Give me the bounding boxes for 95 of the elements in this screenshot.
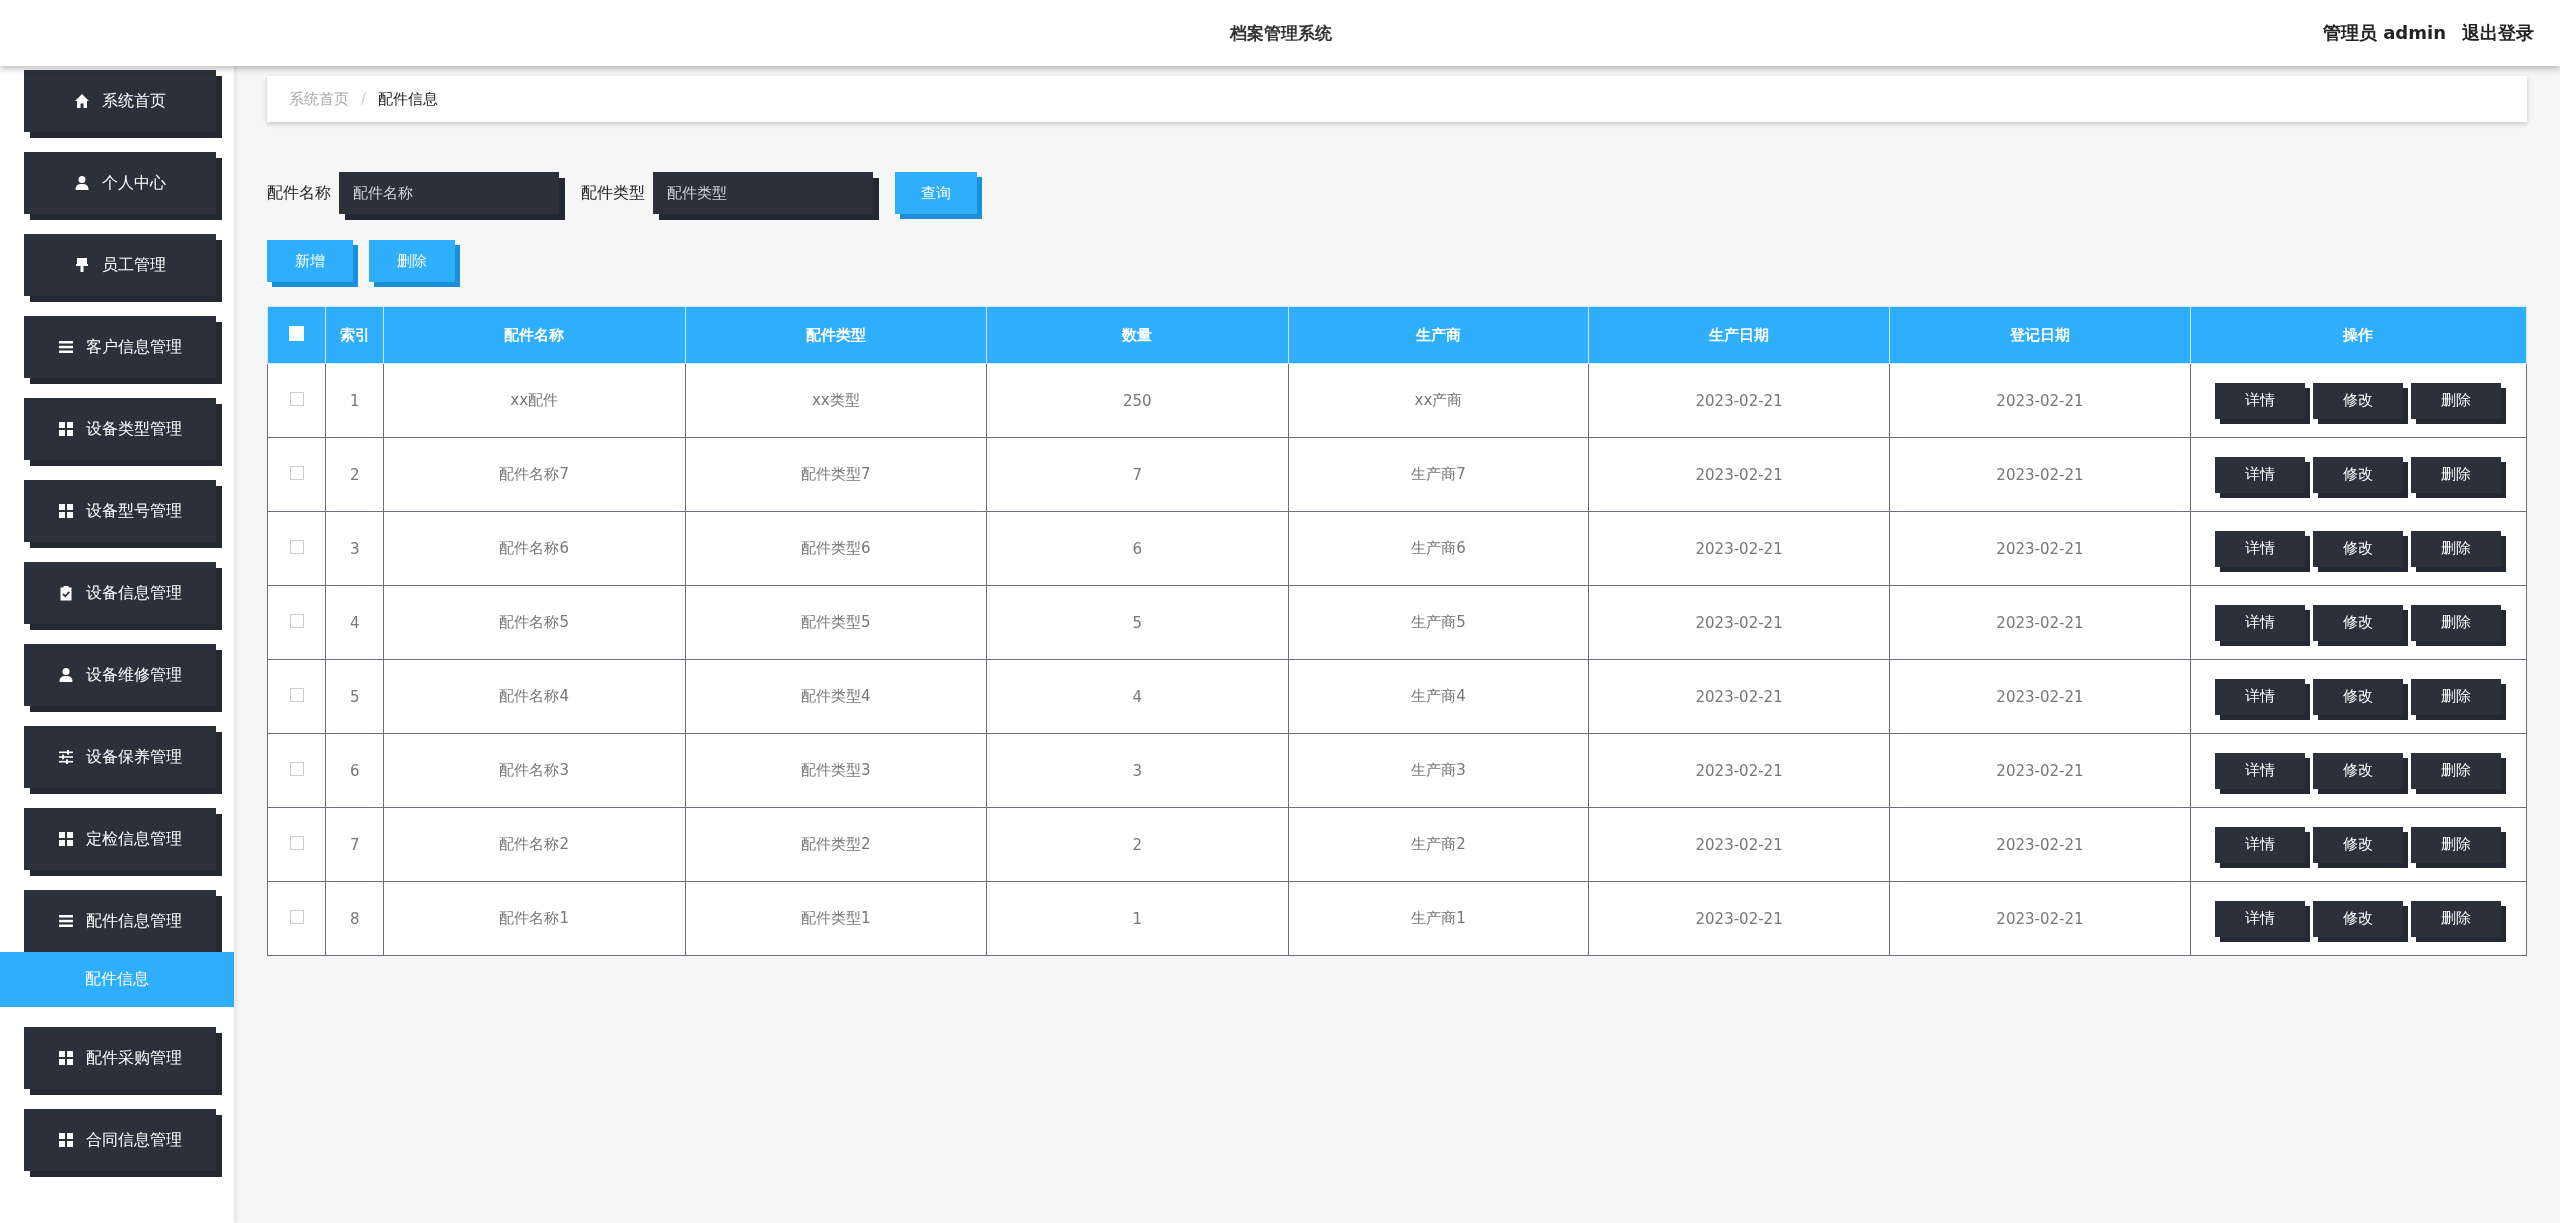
column-header: 配件名称 xyxy=(383,306,685,364)
row-checkbox[interactable] xyxy=(289,835,304,850)
pin-icon xyxy=(74,257,90,273)
column-header: 数量 xyxy=(986,306,1289,364)
table-cell: 生产商7 xyxy=(1288,437,1589,512)
table-cell: 1 xyxy=(986,881,1289,956)
table-cell: 配件名称7 xyxy=(383,437,685,512)
search-field[interactable]: 配件名称 xyxy=(339,172,559,214)
table-cell: 7 xyxy=(986,437,1289,512)
table-cell: 生产商5 xyxy=(1288,585,1589,660)
grid-icon xyxy=(58,503,74,519)
table-cell: 2 xyxy=(326,437,384,512)
column-header: 索引 xyxy=(326,306,384,364)
logout-link[interactable]: 退出登录 xyxy=(2462,21,2534,45)
row-checkbox[interactable] xyxy=(289,391,304,406)
row-checkbox[interactable] xyxy=(289,909,304,924)
table-cell: 配件类型5 xyxy=(685,585,987,660)
table-cell: 配件类型4 xyxy=(685,659,987,734)
breadcrumb-current: 配件信息 xyxy=(378,89,439,109)
sliders-icon xyxy=(58,749,74,765)
table-cell: 8 xyxy=(326,881,384,956)
row-checkbox[interactable] xyxy=(289,613,304,628)
grid-icon xyxy=(58,1050,74,1066)
table-cell: 配件名称6 xyxy=(383,511,685,586)
user-icon xyxy=(58,667,74,683)
table-cell: 2023-02-21 xyxy=(1588,807,1890,882)
table-cell: xx产商 xyxy=(1288,363,1589,438)
column-header: 生产日期 xyxy=(1588,306,1890,364)
table-cell: xx类型 xyxy=(685,363,987,438)
list-icon xyxy=(58,339,74,355)
column-header: 操作 xyxy=(2190,306,2527,364)
home-icon xyxy=(74,93,90,109)
table-cell: 6 xyxy=(986,511,1289,586)
grid-icon xyxy=(58,831,74,847)
table-cell: 2023-02-21 xyxy=(1889,585,2191,660)
column-header: 登记日期 xyxy=(1889,306,2191,364)
table-cell: 配件名称4 xyxy=(383,659,685,734)
table-cell: 配件类型7 xyxy=(685,437,987,512)
row-checkbox[interactable] xyxy=(289,465,304,480)
app-title: 档案管理系统 xyxy=(1230,21,1332,45)
table-cell: 250 xyxy=(986,363,1289,438)
field-label: 配件名称 xyxy=(267,182,331,204)
grid-icon xyxy=(58,1132,74,1148)
table-cell: 5 xyxy=(986,585,1289,660)
table-cell: 2023-02-21 xyxy=(1889,659,2191,734)
breadcrumb-separator: / xyxy=(361,90,367,108)
table-cell: 5 xyxy=(326,659,384,734)
table-cell: 2023-02-21 xyxy=(1889,511,2191,586)
table-cell: 6 xyxy=(326,733,384,808)
table-cell: 2023-02-21 xyxy=(1588,881,1890,956)
table-cell: 生产商3 xyxy=(1288,733,1589,808)
column-header: 生产商 xyxy=(1288,306,1589,364)
table-cell: 生产商2 xyxy=(1288,807,1589,882)
table-cell: 4 xyxy=(986,659,1289,734)
table-cell: 2023-02-21 xyxy=(1889,733,2191,808)
table-cell: 生产商1 xyxy=(1288,881,1589,956)
table-cell: 2 xyxy=(986,807,1289,882)
table-cell: 2023-02-21 xyxy=(1889,807,2191,882)
list-icon xyxy=(58,913,74,929)
table-cell: 1 xyxy=(326,363,384,438)
column-header: 配件类型 xyxy=(685,306,987,364)
table-cell: 2023-02-21 xyxy=(1588,363,1890,438)
row-checkbox[interactable] xyxy=(289,761,304,776)
select-all-checkbox[interactable] xyxy=(289,325,305,341)
table-cell: 配件类型1 xyxy=(685,881,987,956)
field-label: 配件类型 xyxy=(581,182,645,204)
table-cell: 2023-02-21 xyxy=(1588,585,1890,660)
table-cell: 7 xyxy=(326,807,384,882)
table-cell: 生产商4 xyxy=(1288,659,1589,734)
table-cell: 2023-02-21 xyxy=(1588,733,1890,808)
table-cell: 配件名称5 xyxy=(383,585,685,660)
grid-icon xyxy=(58,421,74,437)
table-cell: 2023-02-21 xyxy=(1588,437,1890,512)
table-cell: 2023-02-21 xyxy=(1889,363,2191,438)
table-cell: 2023-02-21 xyxy=(1889,437,2191,512)
row-checkbox[interactable] xyxy=(289,687,304,702)
table-cell: 配件名称2 xyxy=(383,807,685,882)
table-cell: 配件名称3 xyxy=(383,733,685,808)
table-cell: 2023-02-21 xyxy=(1889,881,2191,956)
table-cell: 2023-02-21 xyxy=(1588,511,1890,586)
row-checkbox[interactable] xyxy=(289,539,304,554)
clipboard-icon xyxy=(58,585,74,601)
table-cell: 4 xyxy=(326,585,384,660)
table-cell: 2023-02-21 xyxy=(1588,659,1890,734)
table-cell: 配件类型6 xyxy=(685,511,987,586)
table-cell: 3 xyxy=(986,733,1289,808)
table-cell: 配件类型3 xyxy=(685,733,987,808)
table-cell: xx配件 xyxy=(383,363,685,438)
table-cell: 生产商6 xyxy=(1288,511,1589,586)
table-cell: 配件名称1 xyxy=(383,881,685,956)
user-icon xyxy=(74,175,90,191)
search-field[interactable]: 配件类型 xyxy=(653,172,873,214)
table-cell: 3 xyxy=(326,511,384,586)
user-label: 管理员 admin xyxy=(2322,21,2446,45)
table-cell: 配件类型2 xyxy=(685,807,987,882)
